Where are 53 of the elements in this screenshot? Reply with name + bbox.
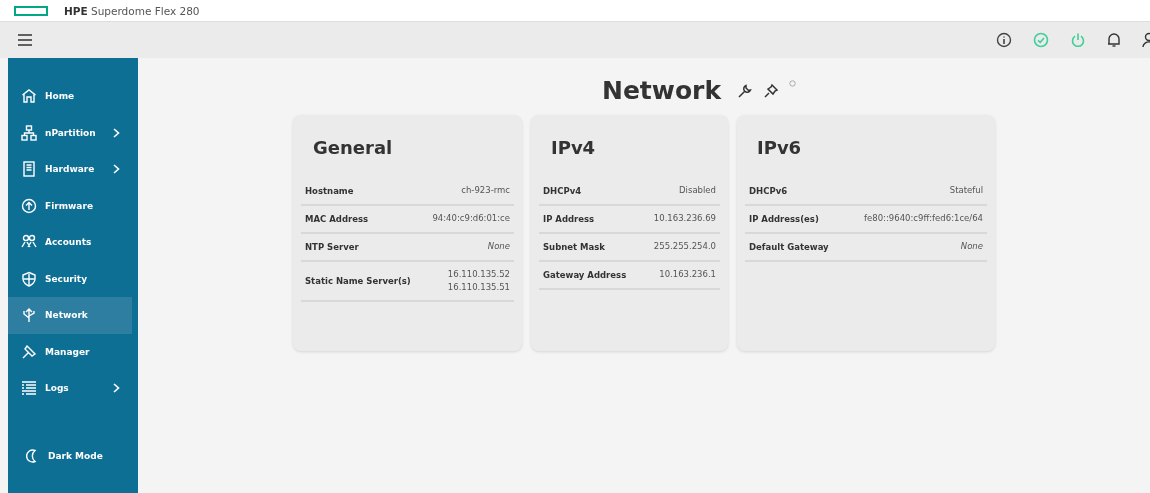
sidebar-item[interactable]: nPartition bbox=[8, 114, 132, 151]
field-value: 10.163.236.69 bbox=[653, 212, 716, 226]
sidebar-item[interactable]: Manager bbox=[8, 333, 132, 370]
field-label: Hostname bbox=[305, 186, 354, 196]
server-icon bbox=[21, 161, 37, 178]
check-circle-icon[interactable] bbox=[1033, 32, 1049, 48]
field-value: fe80::9640:c9ff:fed6:1ce/64 bbox=[864, 212, 983, 226]
field-value: 10.163.236.1 bbox=[659, 268, 716, 282]
field-value: 94:40:c9:d6:01:ce bbox=[432, 212, 510, 226]
field-value: Disabled bbox=[679, 184, 716, 198]
product-name: HPE Superdome Flex 280 bbox=[64, 4, 200, 17]
card-title: General bbox=[313, 137, 394, 158]
field-label: DHCPv4 bbox=[543, 186, 582, 196]
shield-icon bbox=[21, 270, 37, 287]
status-dot-icon bbox=[789, 80, 797, 87]
sidebar-item[interactable]: Logs bbox=[8, 370, 132, 407]
sidebar-item[interactable]: Home bbox=[8, 78, 132, 115]
field-value: 16.110.135.52 16.110.135.51 bbox=[447, 268, 510, 295]
sidebar-item[interactable]: Firmware bbox=[8, 187, 132, 224]
sidebar-item[interactable]: Accounts bbox=[8, 224, 132, 261]
field-value: None bbox=[487, 240, 510, 254]
card-title: IPv6 bbox=[757, 137, 803, 158]
list-icon bbox=[21, 380, 37, 397]
logo-icon bbox=[14, 5, 48, 16]
field-value: None bbox=[960, 240, 983, 254]
info-icon[interactable] bbox=[996, 32, 1012, 48]
sidebar-item[interactable]: Security bbox=[8, 260, 132, 297]
user-icon[interactable] bbox=[1142, 32, 1150, 48]
menu-icon[interactable] bbox=[18, 34, 32, 46]
field-label: MAC Address bbox=[305, 214, 369, 224]
page-title: Network bbox=[601, 76, 722, 105]
field-label: Gateway Address bbox=[543, 270, 627, 280]
pin-icon[interactable] bbox=[763, 82, 780, 99]
home-icon bbox=[21, 88, 37, 105]
field-value: 255.255.254.0 bbox=[653, 240, 716, 254]
moon-icon bbox=[26, 448, 38, 463]
field-label: Static Name Server(s) bbox=[305, 276, 411, 287]
sidebar-item[interactable]: Hardware bbox=[8, 151, 132, 188]
field-label: NTP Server bbox=[305, 242, 359, 252]
field-label: DHCPv6 bbox=[749, 186, 788, 196]
usb-icon bbox=[21, 307, 37, 324]
field-value: ch-923-rmc bbox=[461, 184, 510, 198]
bell-icon[interactable] bbox=[1107, 32, 1121, 48]
field-value: Stateful bbox=[949, 184, 983, 198]
field-label: IP Address(es) bbox=[749, 214, 819, 224]
hierarchy-icon bbox=[21, 124, 37, 141]
upload-icon bbox=[21, 197, 37, 214]
field-label: IP Address bbox=[543, 214, 595, 224]
sidebar-item[interactable]: Network bbox=[8, 297, 132, 334]
field-label: Subnet Mask bbox=[543, 242, 605, 252]
card-title: IPv4 bbox=[551, 137, 597, 158]
field-label: Default Gateway bbox=[749, 242, 829, 252]
dark-mode-toggle[interactable]: Dark Mode bbox=[8, 448, 138, 463]
